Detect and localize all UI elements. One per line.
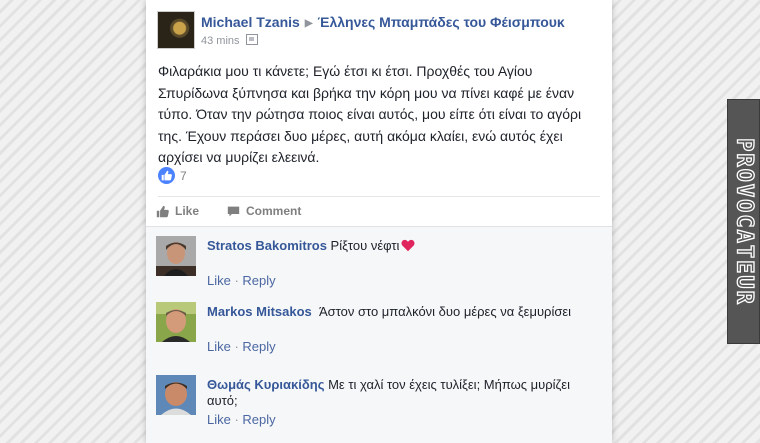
comment-like-link[interactable]: Like bbox=[207, 412, 231, 427]
comment-button-label: Comment bbox=[246, 204, 302, 218]
divider bbox=[158, 196, 600, 197]
post-text: Φιλαράκια μου τι κάνετε; Εγώ έτσι κι έτσ… bbox=[158, 63, 582, 165]
comment-text: Ρίξτου νέφτι bbox=[330, 238, 400, 253]
comment-actions: Like · Reply bbox=[207, 412, 276, 427]
comment-actions: Like · Reply bbox=[207, 339, 276, 354]
author-avatar[interactable] bbox=[157, 11, 195, 49]
commenter-avatar[interactable] bbox=[156, 236, 196, 276]
comment-body: Stratos Bakomitros Ρίξτου νέφτι bbox=[207, 238, 604, 256]
watermark-text: PROVOCATEUR bbox=[730, 137, 756, 306]
post-author-line: Michael Tzanis ▶ Έλληνες Μπαμπάδες του Φέι… bbox=[201, 14, 565, 30]
commenter-name[interactable]: Stratos Bakomitros bbox=[207, 238, 327, 253]
like-button[interactable]: Like bbox=[156, 201, 199, 221]
comment-actions: Like · Reply bbox=[207, 273, 276, 288]
heart-emoji-icon bbox=[401, 239, 415, 256]
comments-section: Stratos Bakomitros Ρίξτου νέφτι Like · R… bbox=[146, 226, 612, 443]
commenter-name[interactable]: Θωμάς Κυριακίδης bbox=[207, 377, 324, 392]
thumbs-up-icon bbox=[156, 205, 169, 217]
commenter-avatar[interactable] bbox=[156, 375, 196, 415]
like-reaction-icon bbox=[158, 167, 175, 184]
comment-reply-link[interactable]: Reply bbox=[242, 339, 275, 354]
like-button-label: Like bbox=[175, 204, 200, 218]
commenter-avatar[interactable] bbox=[156, 302, 196, 342]
comment-text: Άστον στο μπαλκόνι δυο μέρες να ξεμυρίσε… bbox=[319, 304, 572, 319]
reaction-count: 7 bbox=[180, 168, 187, 183]
author-name[interactable]: Michael Tzanis bbox=[201, 14, 300, 30]
triangle-right-icon: ▶ bbox=[304, 18, 313, 29]
comment: Θωμάς Κυριακίδης Με τι χαλί τον έχεις τυ… bbox=[156, 375, 604, 435]
post-meta: 43 mins bbox=[201, 34, 258, 47]
group-name[interactable]: Έλληνες Μπαμπάδες του Φέισμπουκ bbox=[318, 14, 565, 30]
comment: Markos Mitsakos Άστον στο μπαλκόνι δυο μ… bbox=[156, 302, 604, 354]
comment-body: Markos Mitsakos Άστον στο μπαλκόνι δυο μ… bbox=[207, 304, 604, 320]
comment-reply-link[interactable]: Reply bbox=[242, 412, 275, 427]
reactions-summary[interactable]: 7 bbox=[158, 167, 187, 184]
comment-like-link[interactable]: Like bbox=[207, 339, 231, 354]
comment-button[interactable]: Comment bbox=[227, 201, 301, 221]
comment-icon bbox=[227, 206, 240, 216]
post-card: Michael Tzanis ▶ Έλληνες Μπαμπάδες του Φέι… bbox=[146, 0, 612, 443]
post-timestamp[interactable]: 43 mins bbox=[201, 35, 240, 47]
comment-reply-link[interactable]: Reply bbox=[242, 273, 275, 288]
group-audience-icon[interactable] bbox=[245, 34, 258, 45]
post-header: Michael Tzanis ▶ Έλληνες Μπαμπάδες του Φέι… bbox=[157, 11, 602, 51]
comment-like-link[interactable]: Like bbox=[207, 273, 231, 288]
watermark-logo: PROVOCATEUR bbox=[727, 99, 760, 344]
post-actions: Like Comment bbox=[156, 201, 329, 221]
comment: Stratos Bakomitros Ρίξτου νέφτι Like · R… bbox=[156, 236, 604, 288]
commenter-name[interactable]: Markos Mitsakos bbox=[207, 304, 312, 319]
comment-body: Θωμάς Κυριακίδης Με τι χαλί τον έχεις τυ… bbox=[207, 377, 604, 409]
